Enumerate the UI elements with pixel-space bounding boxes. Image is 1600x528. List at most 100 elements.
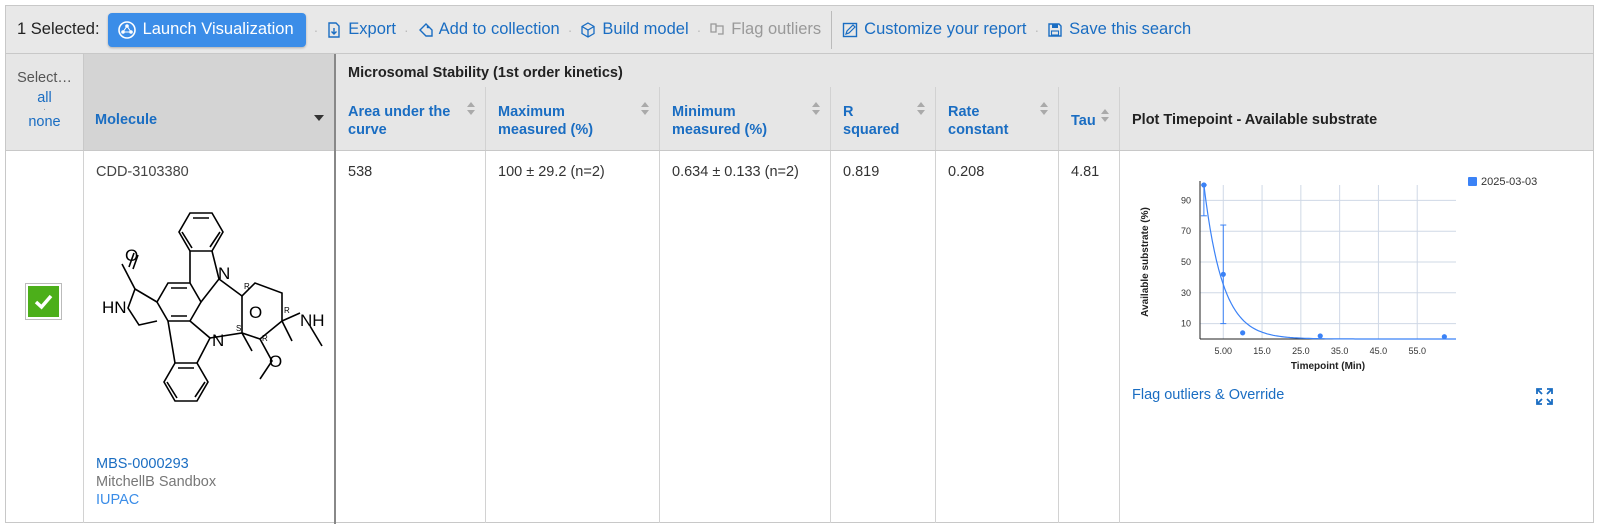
col-divider [935,151,936,523]
y-tick-label: 90 [1181,195,1191,205]
add-to-collection-button[interactable]: Add to collection [417,20,560,39]
col-divider [830,151,831,523]
y-tick-label: 70 [1181,226,1191,236]
rate-header[interactable]: Rate constant [936,87,1058,150]
x-tick-label: 15.0 [1253,346,1271,356]
min-value: 0.634 ± 0.133 (n=2) [672,164,799,180]
iupac-link[interactable]: IUPAC [96,492,139,508]
x-tick-label: 5.00 [1215,346,1233,356]
max-value: 100 ± 29.2 (n=2) [498,164,605,180]
rate-label-line2: constant [948,122,1009,138]
table-row: CDD-3103380 O HN N N O NH O R R R S MBS-… [6,151,1593,523]
flag-override-link[interactable]: Flag outliers & Override [1132,387,1284,403]
sort-icon [812,102,820,115]
edit-report-icon [842,22,858,37]
group-header: Microsomal Stability (1st order kinetics… [336,54,1595,87]
structure-atom-label: N [218,264,230,283]
col-divider [485,151,486,523]
timepoint-chart[interactable]: 10 30 50 70 90 5.00 15.0 25.0 35.0 45.0 55.0 Timepo… [1128,175,1568,375]
col-divider [1058,87,1059,150]
auc-header[interactable]: Area under the curve [336,87,485,150]
min-label-line2: measured (%) [672,122,768,138]
sort-icon [917,102,925,115]
data-point [1201,182,1207,188]
x-axis-label: Timepoint (Min) [1291,361,1365,372]
legend-swatch [1468,177,1477,186]
group-title: Microsomal Stability (1st order kinetics… [348,65,623,81]
select-header: Select… all · none [6,54,83,150]
toolbar-separator: · [403,21,409,38]
auc-value: 538 [348,164,373,180]
y-tick-label: 10 [1181,319,1191,329]
molecule-structure[interactable]: O HN N N O NH O R R R S [92,201,332,411]
row-checkbox[interactable] [26,284,61,319]
launch-visualization-button[interactable]: Launch Visualization [107,12,306,47]
y-tick-label: 30 [1181,288,1191,298]
col-divider [830,87,831,150]
sort-icon [1040,102,1048,115]
max-label-line2: measured (%) [498,122,594,138]
customize-report-label: Customize your report [864,20,1027,38]
auc-label-line2: curve [348,122,387,138]
molecule-col-label: Molecule [95,112,158,128]
toolbar: 1 Selected: Launch Visualization · Expor… [6,6,1593,54]
expand-icon[interactable] [1536,388,1553,405]
toolbar-separator: · [696,21,702,38]
r2-header[interactable]: R squared [831,87,935,150]
col-divider [659,151,660,523]
sort-desc-icon [314,115,324,121]
plot-header: Plot Timepoint - Available substrate [1120,87,1595,150]
select-label: Select… [17,70,72,86]
legend-label: 2025-03-03 [1481,176,1537,188]
structure-atom-label: O [249,303,262,322]
x-tick-label: 25.0 [1292,346,1310,356]
add-to-collection-label: Add to collection [438,20,560,38]
r2-value: 0.819 [843,164,880,180]
export-label: Export [348,20,396,38]
structure-atom-label: O [125,246,138,265]
y-axis-label: Available substrate (%) [1140,207,1151,317]
min-header[interactable]: Minimum measured (%) [660,87,830,150]
r2-label-line2: squared [843,122,900,138]
visualization-icon [117,20,136,39]
data-point [1317,333,1323,339]
structure-atom-label: N [212,331,224,350]
export-icon [328,21,340,38]
min-label-line1: Minimum [672,104,736,120]
col-divider [83,54,84,150]
col-divider [659,87,660,150]
toolbar-separator: · [313,21,319,38]
x-tick-label: 35.0 [1331,346,1349,356]
export-button[interactable]: Export [326,20,396,39]
flag-icon [710,22,724,35]
table-header: Select… all · none Molecule Microsomal S… [6,54,1593,151]
cube-icon [581,21,596,38]
rate-label-line1: Rate [948,104,980,120]
selected-count: 1 Selected: [17,20,100,38]
customize-report-button[interactable]: Customize your report [842,20,1026,39]
select-none-link[interactable]: none [6,114,83,130]
sort-icon [467,102,475,115]
launch-visualization-label: Launch Visualization [142,20,294,38]
tau-label: Tau [1071,113,1096,129]
save-search-button[interactable]: Save this search [1047,20,1191,39]
data-point [1240,330,1246,336]
molecule-id: CDD-3103380 [96,164,189,180]
tau-header[interactable]: Tau [1059,87,1119,150]
max-header[interactable]: Maximum measured (%) [486,87,659,150]
tag-icon [418,22,433,37]
build-model-button[interactable]: Build model [580,20,689,39]
stereo-label: R [284,306,290,315]
checkmark-icon [34,294,53,310]
auc-label-line1: Area under the [348,104,451,120]
structure-atom-label: HN [102,298,127,317]
plot-col-label: Plot Timepoint - Available substrate [1132,112,1378,128]
molecule-header[interactable]: Molecule [84,54,334,150]
vault-name: MitchellB Sandbox [96,474,217,490]
build-model-label: Build model [602,20,689,38]
batch-link[interactable]: MBS-0000293 [96,456,189,472]
toolbar-divider [831,10,833,49]
flag-outliers-button[interactable]: Flag outliers [709,20,821,39]
save-search-label: Save this search [1069,20,1192,38]
toolbar-separator: · [567,21,573,38]
